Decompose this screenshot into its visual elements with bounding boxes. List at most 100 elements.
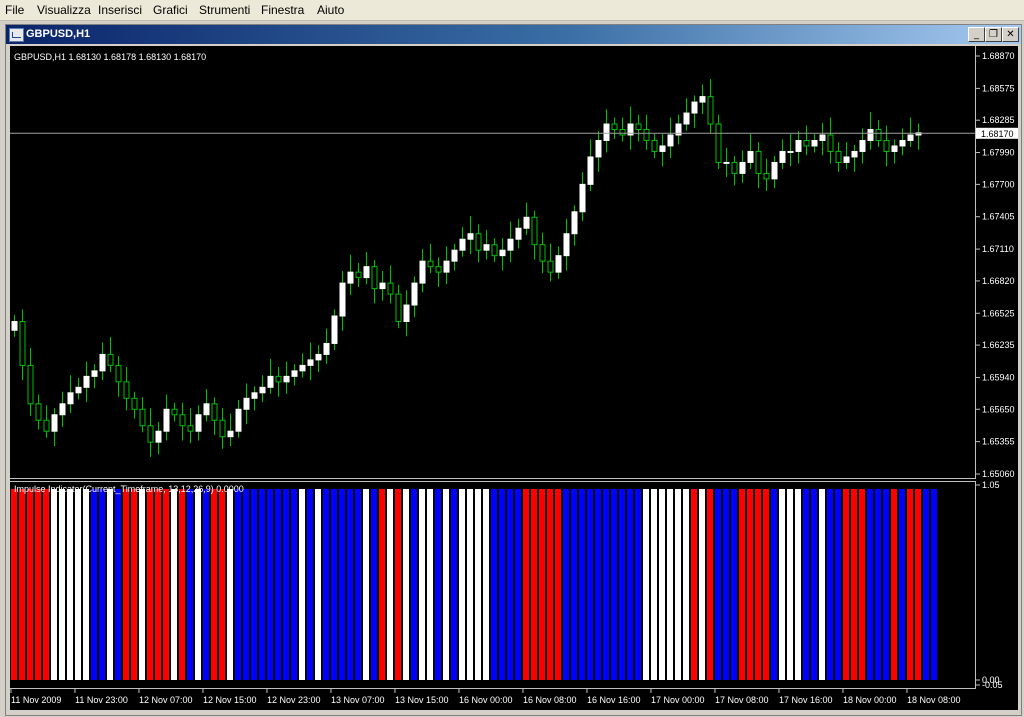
impulse-bar: [59, 489, 65, 680]
indicator-tick-label: 1.05: [982, 480, 1000, 490]
impulse-bar: [259, 489, 265, 680]
impulse-bar: [147, 489, 153, 680]
window-titlebar[interactable]: GBPUSD,H1 _ ❐ ✕: [6, 25, 1021, 44]
candle-body: [707, 96, 714, 125]
impulse-bar: [379, 489, 385, 680]
candle-body: [579, 183, 586, 213]
price-tick-label: 1.67405: [982, 212, 1015, 222]
impulse-bar: [795, 489, 801, 680]
menu-finestra[interactable]: Finestra: [261, 3, 304, 17]
impulse-bar: [131, 489, 137, 680]
candle-body: [747, 150, 754, 163]
candle-body: [507, 238, 514, 251]
candle-body: [243, 397, 250, 410]
impulse-bar: [515, 489, 521, 680]
menu-inserisci[interactable]: Inserisci: [98, 3, 142, 17]
time-tick-label: 17 Nov 16:00: [779, 695, 833, 705]
candle-body: [851, 150, 858, 158]
impulse-bar: [859, 489, 865, 680]
impulse-bar: [547, 489, 553, 680]
candle-body: [771, 161, 778, 180]
impulse-bar: [307, 489, 313, 680]
candle-body: [659, 145, 666, 152]
impulse-bar: [635, 489, 641, 680]
chart-canvas[interactable]: GBPUSD,H1 1.68130 1.68178 1.68130 1.6817…: [10, 46, 1018, 710]
minimize-button[interactable]: _: [968, 27, 985, 42]
impulse-bar: [347, 489, 353, 680]
impulse-bar: [579, 489, 585, 680]
candle-body: [195, 414, 202, 432]
impulse-bar: [571, 489, 577, 680]
candle-body: [331, 315, 338, 344]
candle-body: [387, 282, 394, 295]
current-price-label: 1.68170: [976, 127, 1018, 139]
candle-body: [219, 419, 226, 438]
candle-body: [315, 353, 322, 361]
time-tick-label: 12 Nov 07:00: [139, 695, 193, 705]
candle-body: [155, 430, 162, 443]
candle-body: [699, 96, 706, 103]
impulse-bar: [179, 489, 185, 680]
impulse-bar: [531, 489, 537, 680]
impulse-bar: [923, 489, 929, 680]
candle-body: [563, 233, 570, 257]
time-tick-label: 16 Nov 00:00: [459, 695, 513, 705]
price-tick-label: 1.67990: [982, 148, 1015, 158]
impulse-bar: [763, 489, 769, 680]
impulse-bar: [819, 489, 825, 680]
candle-body: [795, 139, 802, 152]
impulse-bar: [315, 489, 321, 680]
price-tick-label: 1.66235: [982, 340, 1015, 350]
impulse-bar: [75, 489, 81, 680]
impulse-bar: [843, 489, 849, 680]
impulse-bar: [595, 489, 601, 680]
candle-body: [83, 375, 90, 388]
price-tick-label: 1.65355: [982, 437, 1015, 447]
menu-strumenti[interactable]: Strumenti: [199, 3, 250, 17]
candle-body: [99, 353, 106, 372]
menu-visualizza[interactable]: Visualizza: [37, 3, 91, 17]
impulse-bar: [19, 489, 25, 680]
candle-body: [755, 150, 762, 174]
candle-body: [115, 364, 122, 383]
time-tick-label: 12 Nov 15:00: [203, 695, 257, 705]
candle-body: [171, 408, 178, 416]
impulse-bar: [219, 489, 225, 680]
impulse-bar: [211, 489, 217, 680]
impulse-bar: [779, 489, 785, 680]
candle-body: [891, 145, 898, 152]
close-button[interactable]: ✕: [1002, 27, 1019, 42]
candle-body: [131, 397, 138, 410]
time-tick-label: 13 Nov 15:00: [395, 695, 449, 705]
candle-body: [539, 244, 546, 262]
impulse-bar: [811, 489, 817, 680]
time-tick-label: 16 Nov 08:00: [523, 695, 577, 705]
candle-body: [779, 150, 786, 163]
candle-body: [763, 172, 770, 180]
price-tick-label: 1.67110: [982, 244, 1014, 254]
impulse-bar: [883, 489, 889, 680]
candle-body: [691, 101, 698, 114]
candle-body: [275, 375, 282, 383]
candle-body: [459, 238, 466, 251]
candle-body: [843, 156, 850, 163]
candle-body: [51, 414, 58, 432]
candle-body: [587, 156, 594, 185]
menu-file[interactable]: File: [5, 3, 24, 17]
candle-body: [179, 414, 186, 427]
impulse-bar: [499, 489, 505, 680]
candle-body: [347, 271, 354, 284]
impulse-bar: [803, 489, 809, 680]
impulse-bar: [587, 489, 593, 680]
candle-body: [379, 282, 386, 290]
restore-button[interactable]: ❐: [985, 27, 1002, 42]
menu-aiuto[interactable]: Aiuto: [317, 3, 344, 17]
impulse-bar: [507, 489, 513, 680]
impulse-bar: [851, 489, 857, 680]
candle-body: [787, 150, 794, 153]
menu-grafici[interactable]: Grafici: [153, 3, 188, 17]
impulse-bar: [355, 489, 361, 680]
impulse-bar: [459, 489, 465, 680]
candle-body: [419, 260, 426, 284]
candle-body: [859, 139, 866, 152]
